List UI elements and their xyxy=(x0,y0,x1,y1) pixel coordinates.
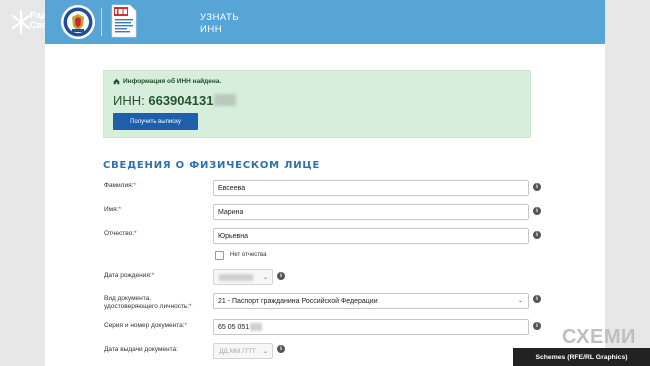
issue-date-field[interactable]: ДД.ММ.ГГГГ ⌄ xyxy=(213,343,273,359)
inn-found-notice: Информация об ИНН найдена. ИНН: 66390413… xyxy=(103,70,531,138)
info-icon[interactable]: i xyxy=(533,295,541,303)
birth-date-redacted xyxy=(219,273,253,281)
info-icon[interactable]: i xyxy=(533,183,541,191)
info-icon[interactable]: i xyxy=(277,345,285,353)
header-title-line1: УЗНАТЬ xyxy=(200,12,240,23)
birth-date-field[interactable]: ⌄ xyxy=(213,269,273,285)
patronymic-field[interactable]: Юрьевна xyxy=(213,228,529,244)
inn-label: ИНН: xyxy=(113,93,145,108)
chevron-down-icon: ⌄ xyxy=(517,298,523,304)
inn-result: ИНН: 663904131 xyxy=(113,93,237,108)
surname-field[interactable]: Евсеева xyxy=(213,180,529,196)
no-patronymic-label: Нет отчества xyxy=(230,252,267,258)
info-icon[interactable]: i xyxy=(277,272,285,280)
surname-label: Фамилия:* xyxy=(104,182,136,189)
header-divider xyxy=(101,8,102,36)
get-extract-button[interactable]: Получить выписку xyxy=(113,113,198,130)
birth-date-label: Дата рождения:* xyxy=(104,272,155,279)
name-label: Имя:* xyxy=(104,206,121,213)
schemes-watermark: СХЕМИ xyxy=(562,326,636,348)
fns-emblem-icon xyxy=(61,5,95,39)
header-title-line2: ИНН xyxy=(200,24,223,35)
inn-document-icon xyxy=(111,4,137,38)
document-type-select[interactable]: 21 - Паспорт гражданина Российской Федер… xyxy=(213,293,529,309)
inn-value: 663904131 xyxy=(148,93,214,108)
document-number-value: 65 05 051 xyxy=(218,323,250,331)
chevron-down-icon: ⌄ xyxy=(262,275,268,281)
issue-date-label: Дата выдачи документа: xyxy=(104,346,178,353)
home-icon xyxy=(113,78,120,85)
section-title: СВЕДЕНИЯ О ФИЗИЧЕСКОМ ЛИЦЕ xyxy=(103,160,321,171)
notice-message-text: Информация об ИНН найдена. xyxy=(123,78,222,85)
image-credit: Schemes (RFE/RL Graphics) xyxy=(513,348,650,366)
radio-svoboda-icon xyxy=(11,9,31,35)
document-number-field[interactable]: 65 05 051 xyxy=(213,319,529,335)
issue-date-placeholder: ДД.ММ.ГГГГ xyxy=(219,347,257,355)
name-field[interactable]: Марина xyxy=(213,204,529,220)
document-type-label: Вид документа, удостоверяющего личность:… xyxy=(104,295,192,310)
document-type-value: 21 - Паспорт гражданина Российской Федер… xyxy=(218,297,378,305)
notice-message: Информация об ИНН найдена. xyxy=(113,78,221,85)
info-icon[interactable]: i xyxy=(533,322,541,330)
no-patronymic-checkbox[interactable] xyxy=(215,251,224,260)
document-number-label: Серия и номер документа:* xyxy=(104,322,188,329)
patronymic-label: Отчество:* xyxy=(104,230,137,237)
header-title[interactable]: УЗНАТЬ ИНН xyxy=(200,12,239,36)
info-icon[interactable]: i xyxy=(533,231,541,239)
document-number-redacted xyxy=(250,323,263,331)
chevron-down-icon: ⌄ xyxy=(262,349,268,355)
info-icon[interactable]: i xyxy=(533,207,541,215)
inn-redacted xyxy=(214,94,237,106)
